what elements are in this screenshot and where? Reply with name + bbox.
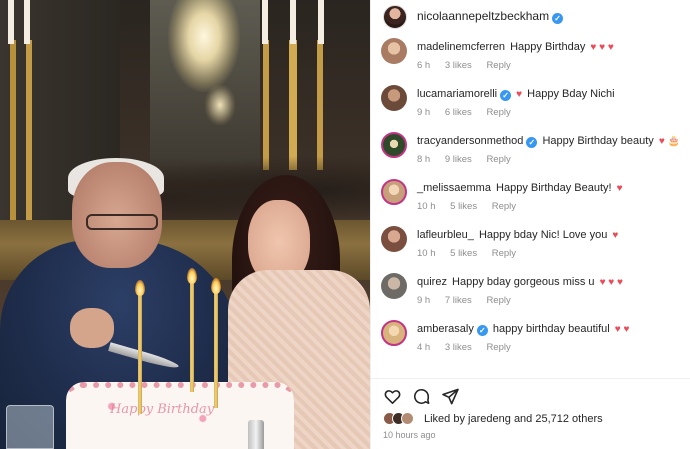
comment-reply-link[interactable]: Reply <box>486 342 510 353</box>
comment-username[interactable]: quirez <box>417 276 447 288</box>
comment-likes[interactable]: 9 likes <box>445 154 472 165</box>
action-icons-row <box>383 384 460 408</box>
comment-icon[interactable] <box>412 387 431 406</box>
commenter-avatar[interactable] <box>381 273 407 299</box>
photo-water-glass <box>6 405 54 449</box>
commenter-avatar[interactable] <box>381 179 407 205</box>
photo-candle <box>8 0 14 44</box>
comment-reply-link[interactable]: Reply <box>486 295 510 306</box>
comment-time: 6 h <box>417 60 431 71</box>
photo-candle <box>290 0 296 44</box>
photo-cake-candle <box>138 292 142 414</box>
comment-username[interactable]: lafleurbleu_ <box>417 229 474 241</box>
commenter-avatar[interactable] <box>381 38 407 64</box>
comment-text: Happy bday Nic! Love you <box>478 229 608 241</box>
verified-badge-icon: ✓ <box>476 325 488 336</box>
comment-likes[interactable]: 3 likes <box>445 60 472 71</box>
heart-emoji-icon: ♥ <box>516 89 523 100</box>
verified-badge-icon: ✓ <box>500 90 512 101</box>
comment-item: quirez Happy bday gorgeous miss u ♥ ♥ ♥ … <box>381 273 681 317</box>
photo-cake-writing: Happy Birthday <box>110 402 215 417</box>
comment-likes[interactable]: 6 likes <box>445 107 472 118</box>
photo-chandelier-lower <box>205 85 235 125</box>
verified-badge-icon: ✓ <box>526 137 538 148</box>
photo-candle-flame <box>187 268 197 284</box>
comment-reply-link[interactable]: Reply <box>486 154 510 165</box>
photo-candelabra-left <box>0 40 40 220</box>
comment-item: tracyandersonmethod ✓ Happy Birthday beau… <box>381 132 681 176</box>
post-side-panel: nicolaannepeltzbeckham ✓ madelinemcferren… <box>370 0 690 449</box>
comment-likes[interactable]: 7 likes <box>445 295 472 306</box>
comment-username[interactable]: amberasaly <box>417 323 474 335</box>
comment-item: lucamariamorelli ✓ ♥ Happy Bday Nichi 9 h… <box>381 85 681 129</box>
heart-emoji-icon: ♥ <box>612 230 619 241</box>
post-actions-bar: Liked by jaredeng and 25,712 others 10 h… <box>371 378 690 449</box>
comment-time: 10 h <box>417 201 436 212</box>
comment-username[interactable]: tracyandersonmethod <box>417 135 523 147</box>
verified-badge-icon: ✓ <box>552 13 564 24</box>
photo-man-hand <box>70 308 114 348</box>
comment-text: Happy Bday Nichi <box>527 88 615 100</box>
comment-item: _melissaemma Happy Birthday Beauty! ♥ 10… <box>381 179 681 223</box>
author-username[interactable]: nicolaannepeltzbeckham ✓ <box>417 9 564 24</box>
heart-emoji-icon: ♥ ♥ <box>614 324 630 335</box>
photo-salt-shaker <box>248 420 264 449</box>
comment-item: lafleurbleu_ Happy bday Nic! Love you ♥ … <box>381 226 681 270</box>
comment-text: happy birthday beautiful <box>492 323 610 335</box>
liker-avatar <box>401 412 414 425</box>
comment-text: Happy Birthday beauty <box>542 135 654 147</box>
liker-avatars <box>383 412 414 425</box>
post-time-ago: 10 hours ago <box>383 430 436 440</box>
comments-list[interactable]: madelinemcferren Happy Birthday ♥ ♥ ♥ 6 … <box>371 33 690 378</box>
photo-cake-candle <box>214 290 218 408</box>
comment-text: Happy Birthday Beauty! <box>496 182 612 194</box>
author-avatar[interactable] <box>383 4 407 29</box>
liked-by-user[interactable]: jaredeng <box>468 413 511 425</box>
heart-cake-emoji-icon: ♥ 🎂 <box>658 136 680 147</box>
comment-item: madelinemcferren Happy Birthday ♥ ♥ ♥ 6 … <box>381 38 681 82</box>
photo-man-glasses <box>86 214 158 230</box>
photo-chandelier <box>168 0 240 92</box>
likes-summary[interactable]: Liked by jaredeng and 25,712 others <box>383 412 603 425</box>
comment-reply-link[interactable]: Reply <box>492 201 516 212</box>
comment-time: 4 h <box>417 342 431 353</box>
comment-time: 9 h <box>417 107 431 118</box>
photo-candle-flame <box>135 280 145 296</box>
comment-item: amberasaly ✓ happy birthday beautiful ♥ ♥… <box>381 320 681 364</box>
comment-likes[interactable]: 3 likes <box>445 342 472 353</box>
commenter-avatar[interactable] <box>381 226 407 252</box>
comment-time: 10 h <box>417 248 436 259</box>
commenter-avatar[interactable] <box>381 85 407 111</box>
comment-likes[interactable]: 5 likes <box>450 248 477 259</box>
post-photo[interactable]: Happy Birthday <box>0 0 370 449</box>
liked-by-count[interactable]: and 25,712 others <box>514 413 603 425</box>
heart-icon[interactable] <box>383 387 402 406</box>
photo-candle <box>24 0 30 44</box>
comment-reply-link[interactable]: Reply <box>486 60 510 71</box>
photo-candle <box>262 0 268 44</box>
comment-text: Happy bday gorgeous miss u <box>452 276 595 288</box>
comment-username[interactable]: _melissaemma <box>417 182 491 194</box>
comment-username[interactable]: madelinemcferren <box>417 41 505 53</box>
comment-time: 8 h <box>417 154 431 165</box>
photo-cake-candle <box>190 280 194 392</box>
comment-time: 9 h <box>417 295 431 306</box>
heart-emoji-icon: ♥ ♥ ♥ <box>590 42 614 53</box>
comment-reply-link[interactable]: Reply <box>486 107 510 118</box>
post-header: nicolaannepeltzbeckham ✓ <box>371 0 690 33</box>
photo-candle <box>318 0 324 44</box>
liked-by-prefix: Liked by <box>424 412 465 425</box>
heart-emoji-icon: ♥ ♥ ♥ <box>599 277 623 288</box>
comment-reply-link[interactable]: Reply <box>492 248 516 259</box>
share-icon[interactable] <box>441 387 460 406</box>
comment-likes[interactable]: 5 likes <box>450 201 477 212</box>
commenter-avatar[interactable] <box>381 132 407 158</box>
photo-candle-flame <box>211 278 221 294</box>
comment-text: Happy Birthday <box>510 41 586 53</box>
heart-emoji-icon: ♥ <box>616 183 623 194</box>
commenter-avatar[interactable] <box>381 320 407 346</box>
comment-username[interactable]: lucamariamorelli <box>417 88 497 100</box>
